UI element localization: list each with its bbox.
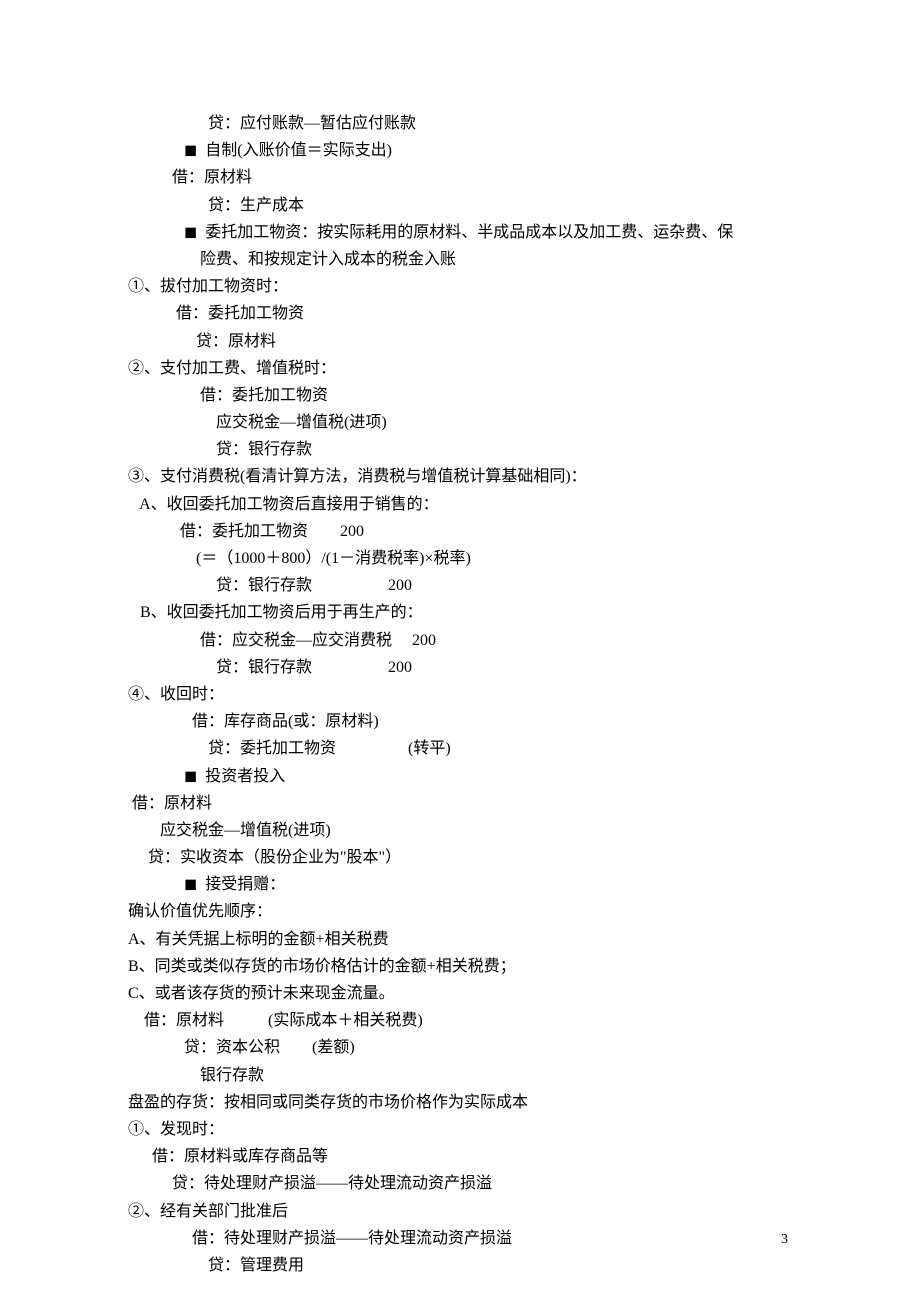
- text-line: 盘盈的存货：按相同或同类存货的市场价格作为实际成本: [128, 1089, 792, 1116]
- text-line: ①、发现时：: [128, 1116, 792, 1143]
- page-number: 3: [781, 1228, 788, 1252]
- text-line: 险费、和按规定计入成本的税金入账: [128, 246, 792, 273]
- text-line: 应交税金—增值税(进项): [128, 817, 792, 844]
- text-line: 贷：委托加工物资 (转平): [128, 735, 792, 762]
- text-line: 贷：银行存款 200: [128, 654, 792, 681]
- text-line: 借：原材料或库存商品等: [128, 1143, 792, 1170]
- text-line: 借：委托加工物资: [128, 382, 792, 409]
- text-line: ◼ 自制(入账价值＝实际支出): [128, 137, 792, 164]
- text-line: ◼ 接受捐赠：: [128, 871, 792, 898]
- text-line: 贷：应付账款—暂估应付账款: [128, 110, 792, 137]
- text-line: 贷：生产成本: [128, 192, 792, 219]
- document-content: 贷：应付账款—暂估应付账款 ◼ 自制(入账价值＝实际支出) 借：原材料 贷：生产…: [128, 110, 792, 1279]
- text-line: ②、经有关部门批准后: [128, 1198, 792, 1225]
- text-line: 银行存款: [128, 1062, 792, 1089]
- text-line: 贷：原材料: [128, 328, 792, 355]
- text-line: B、收回委托加工物资后用于再生产的：: [128, 599, 792, 626]
- text-line: 应交税金—增值税(进项): [128, 409, 792, 436]
- text-line: (＝（1000＋800）/(1－消费税率)×税率): [128, 545, 792, 572]
- text-line: 贷：银行存款 200: [128, 572, 792, 599]
- text-line: A、有关凭据上标明的金额+相关税费: [128, 926, 792, 953]
- text-line: 贷：银行存款: [128, 436, 792, 463]
- text-line: 借：原材料: [128, 790, 792, 817]
- text-line: A、收回委托加工物资后直接用于销售的：: [128, 491, 792, 518]
- text-line: C、或者该存货的预计未来现金流量。: [128, 980, 792, 1007]
- text-line: 借：原材料 (实际成本＋相关税费): [128, 1007, 792, 1034]
- text-line: B、同类或类似存货的市场价格估计的金额+相关税费；: [128, 953, 792, 980]
- text-line: ③、支付消费税(看清计算方法，消费税与增值税计算基础相同)：: [128, 463, 792, 490]
- text-line: 借：原材料: [128, 164, 792, 191]
- text-line: ②、支付加工费、增值税时：: [128, 355, 792, 382]
- text-line: 确认价值优先顺序：: [128, 898, 792, 925]
- text-line: ◼ 投资者投入: [128, 763, 792, 790]
- text-line: 贷：实收资本（股份企业为"股本"）: [128, 844, 792, 871]
- text-line: ④、收回时：: [128, 681, 792, 708]
- text-line: ①、拔付加工物资时：: [128, 273, 792, 300]
- text-line: 借：待处理财产损溢——待处理流动资产损溢: [128, 1225, 792, 1252]
- text-line: 贷：待处理财产损溢——待处理流动资产损溢: [128, 1170, 792, 1197]
- text-line: 贷：资本公积 (差额): [128, 1034, 792, 1061]
- text-line: 借：委托加工物资: [128, 300, 792, 327]
- text-line: 借：库存商品(或：原材料): [128, 708, 792, 735]
- text-line: ◼ 委托加工物资：按实际耗用的原材料、半成品成本以及加工费、运杂费、保: [128, 219, 792, 246]
- text-line: 借：委托加工物资 200: [128, 518, 792, 545]
- text-line: 借：应交税金—应交消费税 200: [128, 627, 792, 654]
- text-line: 贷：管理费用: [128, 1252, 792, 1279]
